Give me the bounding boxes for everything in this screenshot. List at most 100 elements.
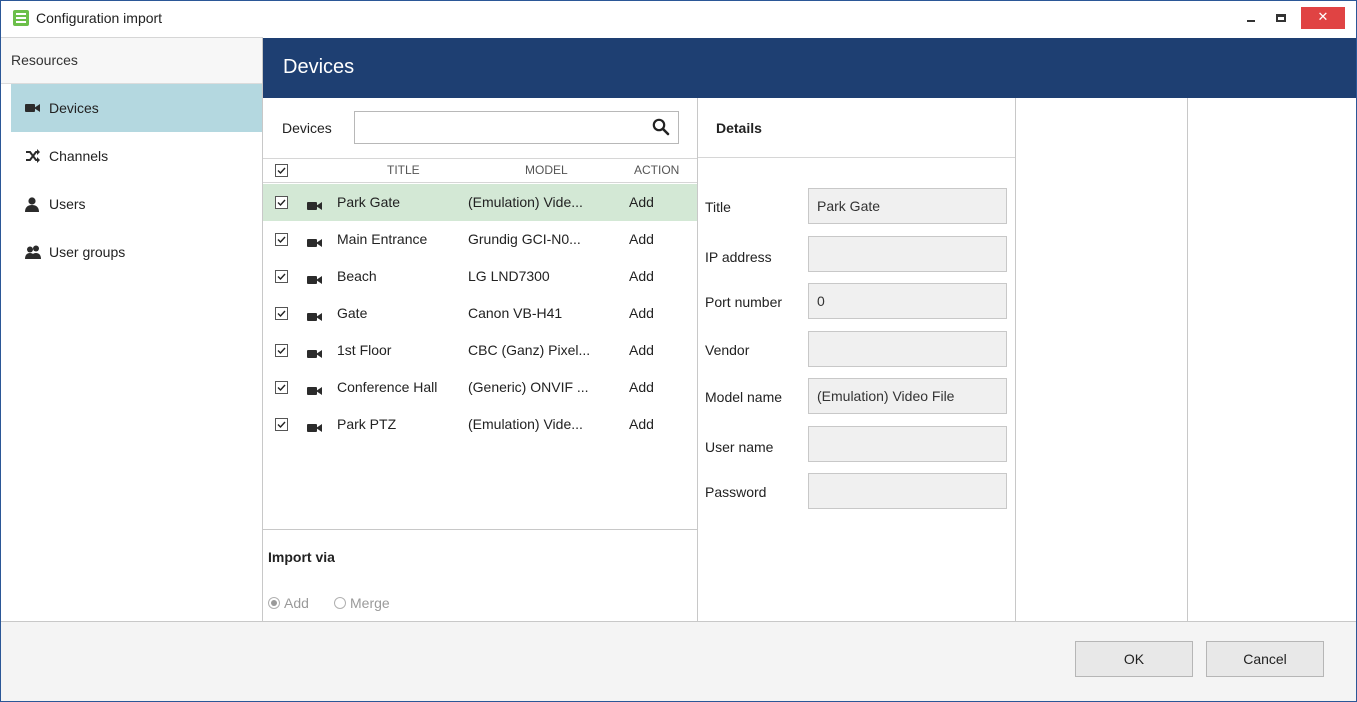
user-group-icon <box>25 245 49 259</box>
device-row[interactable]: Main Entrance Grundig GCI-N0... Add <box>263 221 697 258</box>
device-model: (Emulation) Vide... <box>468 194 583 210</box>
device-action[interactable]: Add <box>629 268 654 284</box>
details-panel: Details Title Park Gate IP address Port num… <box>698 98 1016 621</box>
search-icon[interactable] <box>652 118 670 136</box>
maximize-button[interactable] <box>1267 7 1295 29</box>
device-checkbox[interactable] <box>275 233 288 246</box>
divider <box>698 157 1015 158</box>
column-model-header[interactable]: MODEL <box>525 163 568 177</box>
minimize-button[interactable] <box>1237 7 1265 29</box>
sidebar-item-devices[interactable]: Devices <box>11 84 262 132</box>
sidebar-item-label: Devices <box>49 100 99 116</box>
detail-field-value[interactable]: 0 <box>808 283 1007 319</box>
empty-panel <box>1016 98 1188 621</box>
import-via-title: Import via <box>268 549 335 565</box>
camera-icon <box>307 346 323 362</box>
device-model: Grundig GCI-N0... <box>468 231 581 247</box>
check-icon <box>277 347 286 355</box>
check-icon <box>277 273 286 281</box>
device-title: Conference Hall <box>337 379 438 395</box>
device-checkbox[interactable] <box>275 196 288 209</box>
device-checkbox[interactable] <box>275 418 288 431</box>
device-model: (Generic) ONVIF ... <box>468 379 589 395</box>
sidebar-item-users[interactable]: Users <box>11 180 262 228</box>
device-row[interactable]: Gate Canon VB-H41 Add <box>263 295 697 332</box>
device-action[interactable]: Add <box>629 305 654 321</box>
device-row[interactable]: Beach LG LND7300 Add <box>263 258 697 295</box>
detail-field-value[interactable]: Park Gate <box>808 188 1007 224</box>
device-action[interactable]: Add <box>629 194 654 210</box>
check-icon <box>277 167 286 175</box>
device-title: Park PTZ <box>337 416 397 432</box>
device-row[interactable]: Conference Hall (Generic) ONVIF ... Add <box>263 369 697 406</box>
cancel-button[interactable]: Cancel <box>1206 641 1324 677</box>
close-button[interactable]: ✕ <box>1301 7 1345 29</box>
title-bar: Configuration import ✕ <box>1 1 1356 37</box>
select-all-checkbox[interactable] <box>275 164 288 177</box>
device-title: Park Gate <box>337 194 401 210</box>
device-action[interactable]: Add <box>629 342 654 358</box>
check-icon <box>277 236 286 244</box>
detail-field-value[interactable] <box>808 473 1007 509</box>
detail-field-value[interactable] <box>808 235 1007 272</box>
camera-icon <box>307 272 323 288</box>
device-title: 1st Floor <box>337 342 392 358</box>
field-label: Model name <box>705 389 783 405</box>
sidebar-header: Resources <box>1 38 262 84</box>
ok-button[interactable]: OK <box>1075 641 1193 677</box>
import-merge-label: Merge <box>350 595 390 611</box>
camera-icon <box>307 309 323 325</box>
sidebar-item-label: Users <box>49 196 86 212</box>
field-label: IP address <box>705 248 772 265</box>
configuration-import-window: Configuration import ✕ Resources Devices… <box>0 0 1357 702</box>
device-row[interactable]: Park Gate (Emulation) Vide... Add <box>263 184 697 221</box>
field-label: User name <box>705 438 774 455</box>
page-title: Devices <box>263 38 1356 98</box>
search-label: Devices <box>282 120 332 136</box>
device-action[interactable]: Add <box>629 231 654 247</box>
import-add-label: Add <box>284 595 309 611</box>
devices-panel: Devices TITLE MODEL ACTION Park Gate (Emu… <box>263 98 698 621</box>
device-checkbox[interactable] <box>275 270 288 283</box>
import-merge-radio[interactable]: Merge <box>334 595 390 611</box>
radio-dot <box>334 597 346 609</box>
camera-icon <box>307 235 323 251</box>
camera-icon <box>307 198 323 214</box>
device-model: LG LND7300 <box>468 268 550 284</box>
check-icon <box>277 384 286 392</box>
details-title: Details <box>716 120 762 136</box>
device-row[interactable]: Park PTZ (Emulation) Vide... Add <box>263 406 697 443</box>
search-input[interactable] <box>359 115 649 140</box>
check-icon <box>277 199 286 207</box>
device-row[interactable]: 1st Floor CBC (Ganz) Pixel... Add <box>263 332 697 369</box>
detail-field-value[interactable] <box>808 330 1007 367</box>
sidebar-item-user-groups[interactable]: User groups <box>11 228 262 276</box>
device-title: Gate <box>337 305 368 321</box>
device-checkbox[interactable] <box>275 307 288 320</box>
camera-icon <box>307 420 323 436</box>
dialog-footer: OK Cancel <box>1 621 1356 701</box>
device-checkbox[interactable] <box>275 381 288 394</box>
search-box <box>354 111 679 144</box>
device-action[interactable]: Add <box>629 379 654 395</box>
camera-icon <box>25 103 49 113</box>
device-model: CBC (Ganz) Pixel... <box>468 342 591 358</box>
sidebar-item-label: User groups <box>49 244 126 260</box>
device-title: Beach <box>337 268 377 284</box>
field-label: Vendor <box>705 341 750 358</box>
detail-field-value[interactable]: (Emulation) Video File <box>808 378 1007 414</box>
sidebar-item-channels[interactable]: Channels <box>11 132 262 180</box>
detail-field-value[interactable] <box>808 425 1007 462</box>
device-title: Main Entrance <box>337 231 428 247</box>
import-add-radio[interactable]: Add <box>268 595 309 611</box>
check-icon <box>277 310 286 318</box>
devices-table-header: TITLE MODEL ACTION <box>263 158 697 183</box>
device-action[interactable]: Add <box>629 416 654 432</box>
device-checkbox[interactable] <box>275 344 288 357</box>
field-label: Password <box>705 484 767 500</box>
column-title-header[interactable]: TITLE <box>387 163 420 177</box>
maximize-icon <box>1276 14 1286 22</box>
shuffle-icon <box>25 149 49 163</box>
check-icon <box>277 421 286 429</box>
column-action-header[interactable]: ACTION <box>634 163 679 177</box>
